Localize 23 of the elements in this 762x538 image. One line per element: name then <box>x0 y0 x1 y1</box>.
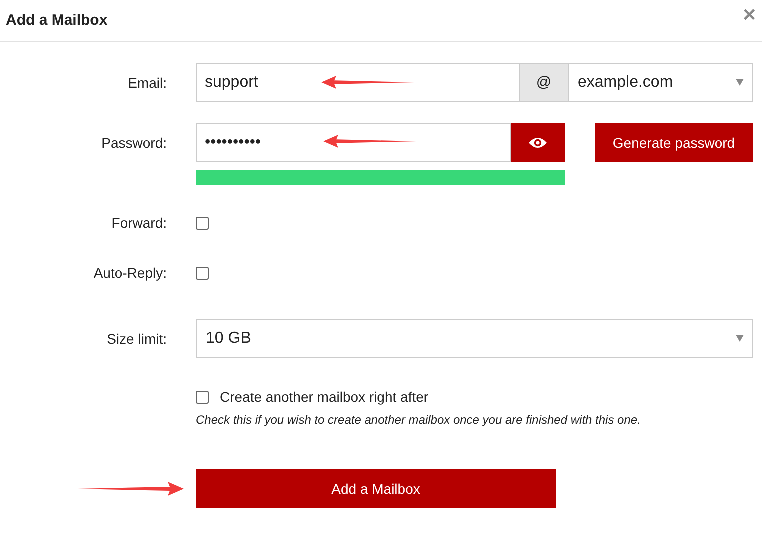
checkbox[interactable] <box>196 216 209 230</box>
domain-select[interactable]: example.com <box>569 63 753 102</box>
checkbox[interactable] <box>196 266 209 280</box>
eye-icon <box>528 136 548 150</box>
dialog-title: Add a Mailbox <box>6 12 108 29</box>
checkbox[interactable] <box>196 390 209 404</box>
generate-password-button[interactable]: Generate password <box>595 123 753 162</box>
caret-icon <box>736 79 744 86</box>
checkbox-label: Create another mailbox right after <box>220 389 429 405</box>
email-field[interactable]: support <box>196 63 520 102</box>
password-field[interactable]: •••••••••• <box>196 123 511 162</box>
at-sign: @ <box>520 63 569 102</box>
option-label: Auto-Reply: <box>92 264 167 283</box>
email-label: Email: <box>127 74 167 92</box>
show-password-button[interactable] <box>511 123 565 162</box>
caret-icon <box>736 335 744 342</box>
hint-text: Check this if you wish to create another mailbox once you are finished with this one. <box>196 413 642 427</box>
close-button[interactable]: × <box>743 2 756 28</box>
add-mailbox-button[interactable]: Add a Mailbox <box>196 469 556 508</box>
option-label: Forward: <box>110 214 167 233</box>
password-label: Password: <box>100 134 167 152</box>
size-limit-select[interactable]: 10 GB <box>196 319 753 358</box>
size-limit-label: Size limit: <box>106 330 167 348</box>
